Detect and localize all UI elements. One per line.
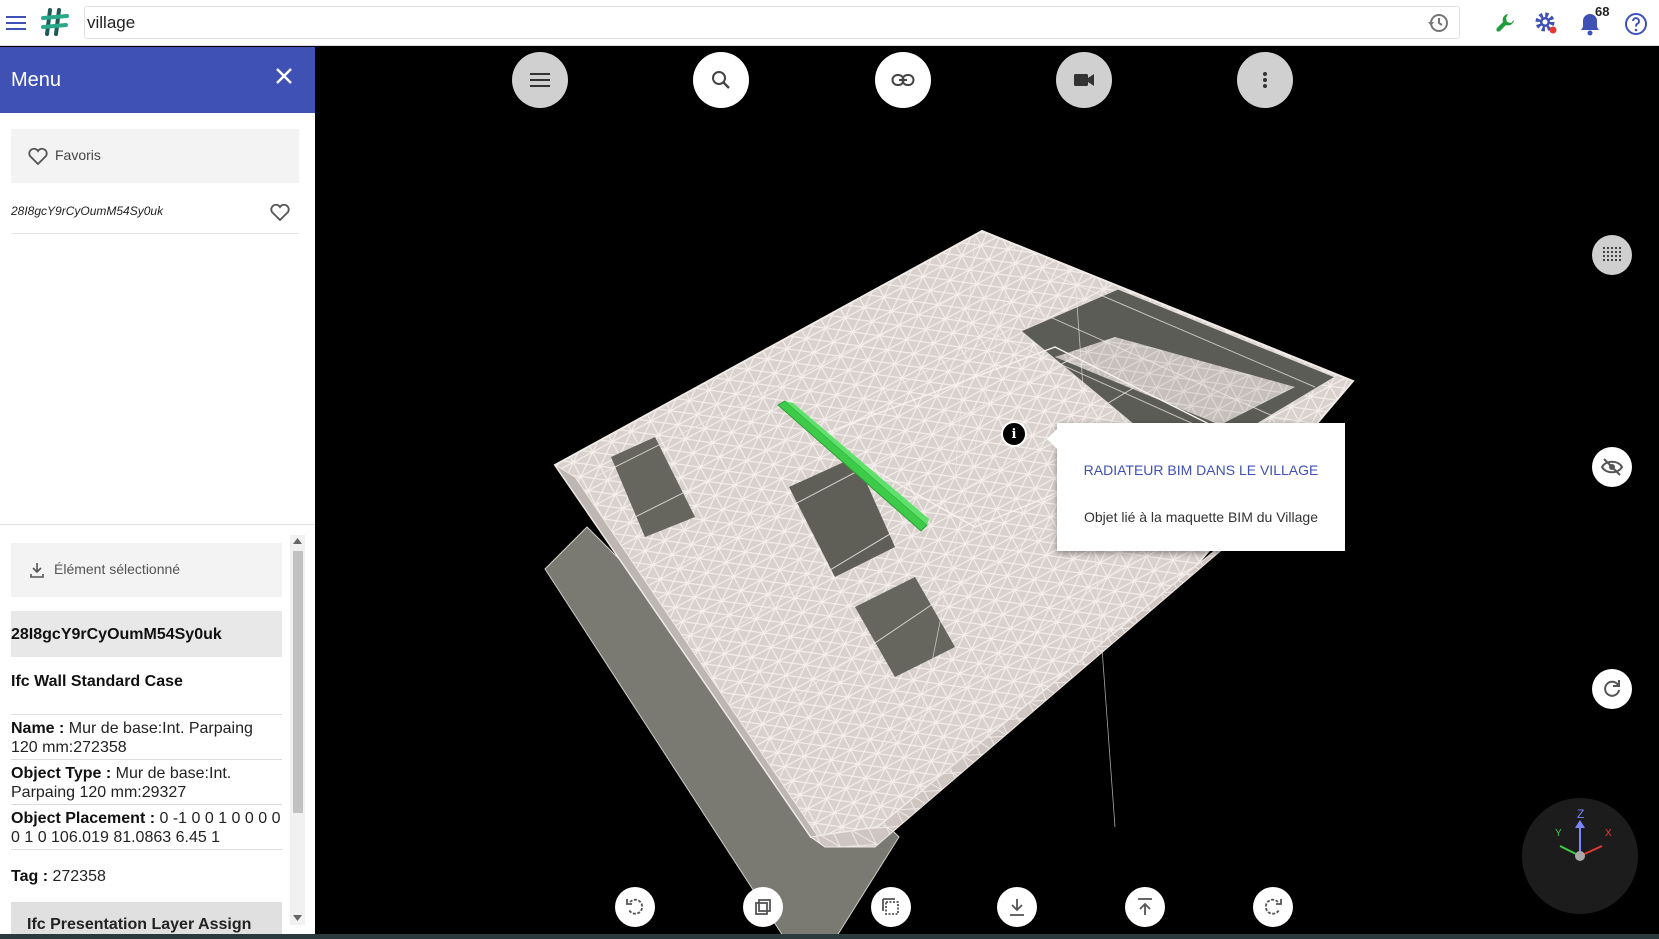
rotate-right-button[interactable] [1253, 887, 1293, 927]
camera-icon [1074, 74, 1094, 86]
refresh-icon [1604, 680, 1620, 697]
link-button[interactable] [875, 52, 931, 108]
more-button[interactable] [1237, 52, 1293, 108]
favorites-header[interactable]: Favoris [11, 129, 299, 183]
property-object-placement: Object Placement : 0 -1 0 0 1 0 0 0 0 0 … [11, 804, 282, 847]
bim-model[interactable] [315, 47, 1659, 939]
3d-viewer[interactable]: i RADIATEUR BIM DANS LE VILLAGE Objet li… [315, 47, 1659, 939]
download-button[interactable] [997, 887, 1037, 927]
search-button[interactable] [693, 52, 749, 108]
selected-element-header[interactable]: Élément sélectionné [11, 543, 282, 597]
settings-icon[interactable] [1532, 9, 1560, 37]
notification-count: 68 [1595, 4, 1610, 19]
popup-description: Objet lié à la maquette BIM du Village [1084, 509, 1318, 525]
selected-element-id-text: 28I8gcY9rCyOumM54Sy0uk [11, 626, 222, 643]
link-icon [891, 74, 915, 86]
axis-x-label: X [1605, 828, 1612, 839]
heart-icon [27, 146, 49, 171]
help-icon[interactable] [1622, 10, 1650, 38]
visibility-off-icon [1600, 458, 1624, 476]
grid-icon [1603, 247, 1621, 261]
bottom-strip [0, 934, 1659, 939]
rotate-left-button[interactable] [615, 887, 655, 927]
more-vert-icon [1263, 72, 1267, 88]
property-key: Tag [11, 868, 39, 885]
scroll-down-icon[interactable] [293, 915, 302, 921]
scrollbar-thumb[interactable] [293, 551, 303, 813]
property-name: Name : Mur de base:Int. Parpaing 120 mm:… [11, 714, 282, 757]
heart-outline-icon[interactable] [269, 202, 291, 227]
info-marker[interactable]: i [1001, 421, 1027, 447]
object-popup: RADIATEUR BIM DANS LE VILLAGE Objet lié … [1047, 423, 1345, 551]
menu-title: Menu [11, 69, 62, 91]
scrollbar[interactable] [290, 535, 305, 925]
camera-button[interactable] [1056, 52, 1112, 108]
property-key: Object Type [11, 765, 102, 782]
property-value: 272358 [52, 868, 106, 885]
search-icon [712, 71, 730, 89]
selected-element-label: Élément sélectionné [54, 561, 181, 577]
menu-header: Menu [0, 47, 315, 113]
upload-button[interactable] [1125, 887, 1165, 927]
popup-arrow [1047, 429, 1057, 449]
download-icon [29, 561, 45, 584]
close-icon[interactable] [275, 67, 293, 90]
favorite-item-label: 28I8gcY9rCyOumM54Sy0uk [11, 204, 164, 218]
selected-element-id: 28I8gcY9rCyOumM54Sy0uk [11, 611, 282, 657]
search-input[interactable] [85, 7, 1385, 38]
menu-icon[interactable] [4, 11, 28, 35]
rotate-left-icon [626, 898, 644, 915]
property-object-type: Object Type : Mur de base:Int. Parpaing … [11, 759, 282, 802]
selected-element-type: Ifc Wall Standard Case [11, 673, 183, 690]
popup-title[interactable]: RADIATEUR BIM DANS LE VILLAGE [1057, 462, 1345, 478]
rotate-right-icon [1264, 898, 1282, 915]
axis-z-label: Z [1577, 807, 1585, 821]
axis-y-label: Y [1555, 828, 1562, 839]
front-view-icon [755, 899, 771, 915]
upload-icon [1138, 898, 1152, 915]
favorites-label: Favoris [55, 147, 101, 163]
app-logo[interactable] [40, 7, 70, 37]
wrench-icon[interactable] [1492, 9, 1520, 37]
collapsed-section-label: Ifc Presentation Layer Assign [27, 916, 252, 933]
favorite-item[interactable]: 28I8gcY9rCyOumM54Sy0uk [11, 190, 299, 234]
front-view-button[interactable] [743, 887, 783, 927]
visibility-button[interactable] [1592, 447, 1632, 487]
menu-button[interactable] [512, 52, 568, 108]
selected-element-panel: Élément sélectionné 28I8gcY9rCyOumM54Sy0… [0, 525, 315, 939]
refresh-button[interactable] [1592, 669, 1632, 709]
perspective-icon [882, 898, 899, 915]
sidebar: Menu Favoris 28I8gcY9rCyOumM54Sy0uk Élém… [0, 47, 315, 939]
top-bar: 68 [0, 0, 1659, 46]
search-bar[interactable] [84, 6, 1460, 39]
perspective-button[interactable] [871, 887, 911, 927]
property-key: Object Placement [11, 810, 146, 827]
scroll-up-icon[interactable] [293, 538, 302, 544]
download-icon [1010, 899, 1024, 916]
grid-button[interactable] [1592, 235, 1632, 275]
history-icon[interactable] [1425, 11, 1451, 35]
property-key: Name [11, 720, 55, 737]
menu-icon [530, 73, 550, 87]
property-tag: Tag : 272358 [11, 849, 282, 899]
axis-gizmo[interactable]: Z Y X [1522, 798, 1638, 914]
